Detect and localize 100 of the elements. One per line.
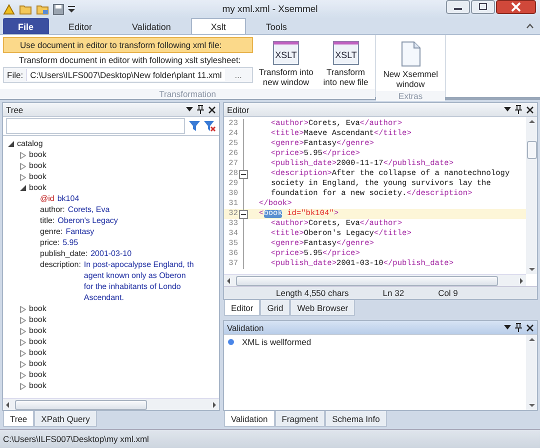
dropdown-icon[interactable] — [68, 5, 75, 13]
tree-node[interactable]: book — [29, 314, 46, 325]
xslt-icon: XSLT — [273, 41, 300, 65]
field-value: Corets, Eva — [68, 204, 110, 215]
tree-node[interactable]: book — [29, 347, 46, 358]
collapse-arrow-icon[interactable] — [8, 141, 14, 147]
file-field[interactable]: File: C:\Users\ILFS007\Desktop\New folder\plant 11.xml ... — [3, 67, 253, 83]
tree-node[interactable]: book — [29, 358, 46, 369]
horizontal-scrollbar[interactable] — [224, 274, 526, 286]
expand-arrow-icon[interactable] — [20, 383, 26, 390]
pane-tab[interactable]: Validation — [224, 411, 275, 427]
field-name: price: — [40, 237, 60, 248]
pane-tab[interactable]: Fragment — [274, 411, 326, 427]
ribbon-tab[interactable]: Tools — [246, 18, 307, 34]
field-name: publish_date: — [40, 248, 88, 259]
field-value: for the inhabitants of Londo — [84, 281, 182, 292]
filter-field[interactable] — [6, 118, 185, 134]
pane-tab[interactable]: Tree — [3, 411, 34, 427]
pane-title: Validation — [227, 322, 264, 332]
expand-arrow-icon[interactable] — [20, 306, 26, 313]
validation-message: XML is wellformed — [242, 337, 312, 347]
tree-node[interactable]: book — [29, 369, 46, 380]
close-icon[interactable] — [526, 106, 534, 114]
ribbon-tab[interactable]: Editor — [48, 18, 112, 34]
field-name: genre: — [40, 226, 63, 237]
tree-node[interactable]: book — [29, 325, 46, 336]
pin-icon[interactable] — [515, 105, 522, 114]
folder-icon[interactable] — [36, 4, 49, 14]
group-label: Transformation — [0, 89, 376, 99]
ribbon-tab[interactable]: Xslt — [190, 18, 246, 34]
option-button[interactable]: Use document in editor to transform following xml file: — [3, 37, 253, 53]
save-icon[interactable] — [53, 4, 64, 14]
filter-icon[interactable] — [189, 121, 200, 131]
field-value: Ascendant. — [84, 292, 125, 303]
window-title: my xml.xml - Xsemmel — [222, 4, 318, 14]
new-window-button[interactable]: New Xsemmel window — [379, 37, 442, 91]
pane-tab[interactable]: XPath Query — [34, 411, 97, 427]
field-name: title: — [40, 215, 55, 226]
collapse-arrow-icon[interactable] — [20, 185, 26, 191]
clear-filter-icon[interactable] — [204, 120, 216, 132]
field-name: @id — [40, 193, 54, 204]
pane-tab[interactable]: Web Browser — [290, 300, 356, 316]
collapse-icon[interactable] — [239, 170, 248, 178]
folder-icon[interactable] — [19, 4, 32, 14]
expand-arrow-icon[interactable] — [20, 317, 26, 324]
expand-arrow-icon[interactable] — [20, 350, 26, 357]
field-value: Oberon's Legacy — [58, 215, 118, 226]
vertical-scrollbar[interactable] — [526, 335, 537, 410]
expand-arrow-icon[interactable] — [20, 174, 26, 181]
expand-arrow-icon[interactable] — [20, 361, 26, 368]
tree-node[interactable]: book — [29, 171, 46, 182]
dropdown-icon[interactable] — [186, 107, 193, 112]
collapse-icon[interactable] — [239, 210, 248, 218]
xslt-icon: XSLT — [332, 41, 359, 65]
ribbon-tab[interactable]: Validation — [112, 18, 191, 34]
pane-tab[interactable]: Grid — [260, 300, 290, 316]
field-name: description: — [40, 259, 81, 270]
document-icon — [400, 41, 421, 67]
pane-title: Editor — [227, 104, 250, 114]
caret-icon[interactable] — [526, 23, 534, 29]
dropdown-icon[interactable] — [504, 107, 511, 112]
tree-node[interactable]: book — [29, 336, 46, 347]
vertical-scrollbar[interactable] — [526, 117, 537, 274]
close-icon[interactable] — [496, 0, 536, 14]
expand-arrow-icon[interactable] — [20, 339, 26, 346]
expand-arrow-icon[interactable] — [20, 328, 26, 335]
dropdown-icon[interactable] — [504, 325, 511, 330]
close-icon[interactable] — [208, 106, 216, 114]
browse-button[interactable]: ... — [224, 70, 252, 80]
field-value: 2001-03-10 — [90, 248, 132, 259]
tree-node[interactable]: catalog — [17, 138, 43, 149]
tree-node[interactable]: book — [29, 160, 46, 171]
tree-node[interactable]: book — [29, 182, 46, 193]
field-value: agent known only as Oberon — [84, 270, 187, 281]
field-value: Fantasy — [66, 226, 94, 237]
status-text: Col 9 — [438, 288, 458, 298]
minimize-icon[interactable] — [446, 0, 470, 14]
file-path: C:\Users\ILFS007\Desktop\my xml.xml — [3, 434, 149, 444]
close-icon[interactable] — [526, 324, 534, 332]
file-tab[interactable]: File — [3, 18, 49, 34]
pin-icon[interactable] — [197, 105, 204, 114]
pane-tab[interactable]: Schema Info — [325, 411, 387, 427]
transform-button[interactable]: XSLT Transform into new file — [319, 37, 372, 89]
tree-node[interactable]: book — [29, 149, 46, 160]
pin-icon[interactable] — [515, 323, 522, 332]
transform-button[interactable]: XSLT Transform into new window — [254, 37, 318, 89]
tree-node[interactable]: book — [29, 303, 46, 314]
field-value: bk104 — [57, 193, 80, 204]
maximize-icon[interactable] — [471, 0, 495, 14]
expand-arrow-icon[interactable] — [20, 163, 26, 170]
expand-arrow-icon[interactable] — [20, 372, 26, 379]
tree-node[interactable]: book — [29, 380, 46, 391]
horizontal-scrollbar[interactable] — [3, 398, 219, 410]
expand-arrow-icon[interactable] — [20, 152, 26, 159]
field-name: author: — [40, 204, 65, 215]
status-text: Ln 32 — [382, 288, 404, 298]
warning-icon[interactable] — [3, 4, 15, 14]
status-text: Length 4,550 chars — [276, 288, 349, 298]
pane-tab[interactable]: Editor — [224, 300, 260, 316]
field-value: In post-apocalypse England, th — [84, 259, 194, 270]
